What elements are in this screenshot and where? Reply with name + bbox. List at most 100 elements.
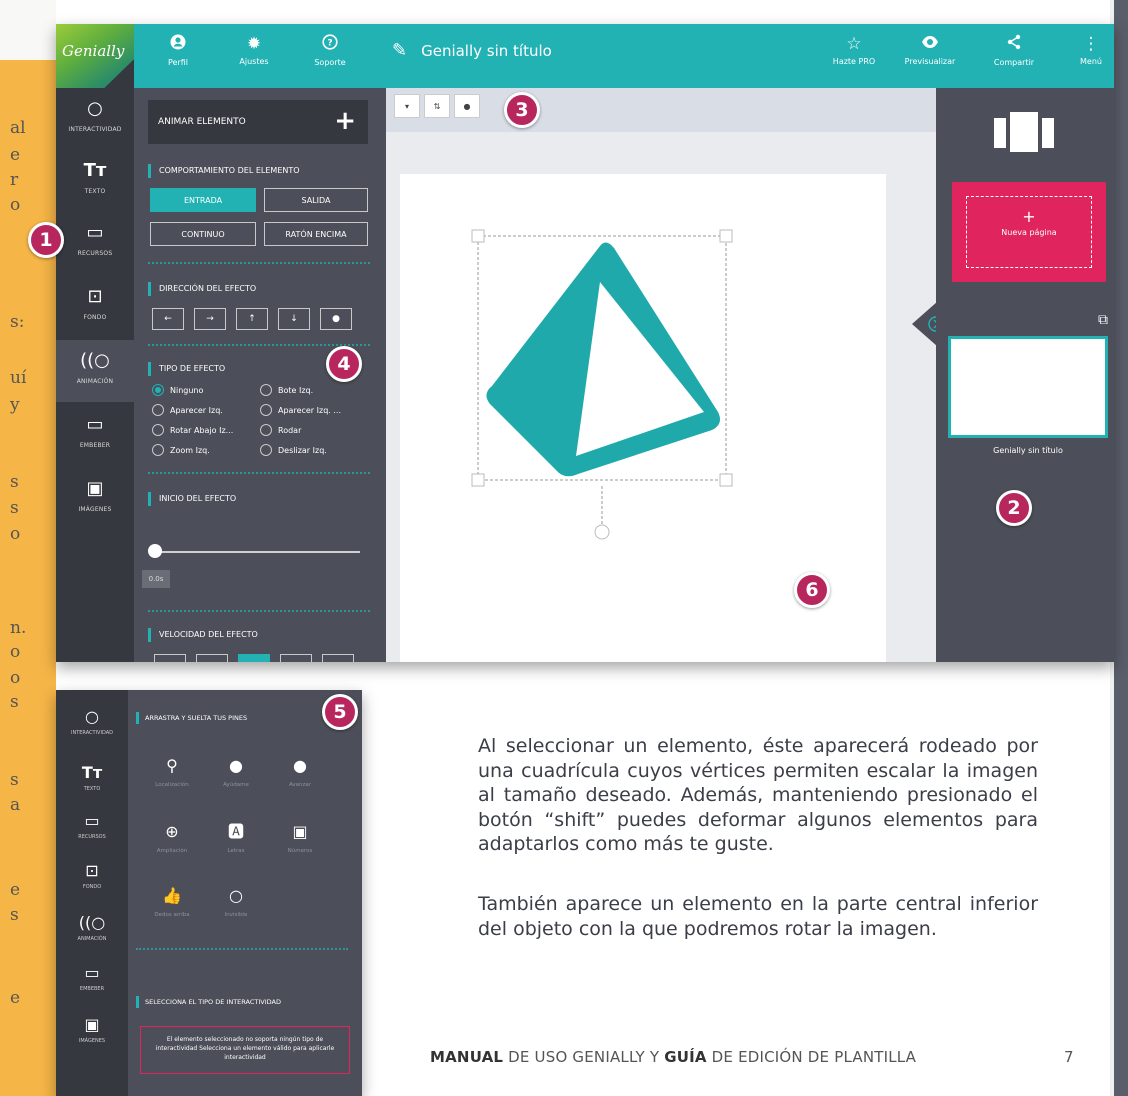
go-pro-label: Hazte PRO <box>832 57 876 66</box>
direction-down-button[interactable]: ↓ <box>278 308 310 330</box>
margin-letter: s: <box>10 312 25 332</box>
more-icon: ⋮ <box>1082 34 1100 54</box>
behavior-raton-encima-button[interactable]: RATÓN ENCIMA <box>264 222 368 246</box>
effect-deslizar-radio[interactable]: Deslizar Izq. <box>260 444 327 456</box>
effect-zoom-radio[interactable]: Zoom Izq. <box>152 444 210 456</box>
sidebar-item-label: TEXTO <box>83 786 101 792</box>
sidebar-item-images[interactable]: ▣ IMÁGENES <box>56 1016 128 1045</box>
new-page-button[interactable]: + Nueva página <box>952 182 1106 282</box>
margin-letter: e <box>10 880 21 900</box>
sidebar-item-images[interactable]: ▣ IMÁGENES <box>56 468 134 528</box>
speed-plus1-button[interactable]: +1 <box>280 654 312 662</box>
pin-forward[interactable]: ● Avanzar <box>268 756 332 788</box>
effect-label: Rodar <box>278 425 302 435</box>
sidebar-item-text[interactable]: Tт TEXTO <box>56 764 128 793</box>
gear-icon: ✹ <box>246 34 262 54</box>
behavior-entrada-button[interactable]: ENTRADA <box>150 188 256 212</box>
profile-label: Perfil <box>167 58 188 67</box>
animate-element-button[interactable]: ANIMAR ELEMENTO + <box>148 100 368 144</box>
footer-text: DE USO GENIALLY Y <box>503 1048 665 1066</box>
speed-zero-button[interactable]: 0 <box>238 654 270 662</box>
footer-bold-manual: MANUAL <box>430 1048 504 1066</box>
sidebar-item-interactivity[interactable]: ○ INTERACTIVIDAD <box>56 708 128 737</box>
direction-right-button[interactable]: → <box>194 308 226 330</box>
behavior-salida-button[interactable]: SALIDA <box>264 188 368 212</box>
pin-invisible[interactable]: ○ Invisible <box>204 886 268 918</box>
plus-icon: + <box>334 106 356 136</box>
sidebar: ○ INTERACTIVIDAD Tт TEXTO ▭ RECURSOS ⊡ FONDO… <box>56 690 128 1096</box>
effect-aparecer2-radio[interactable]: Aparecer Izq. ... <box>260 404 341 416</box>
color-button[interactable]: ● <box>454 94 480 118</box>
pin-zoom[interactable]: ⊕ Ampliación <box>140 822 204 854</box>
start-value: 0.0s <box>142 570 170 588</box>
effect-rotar-radio[interactable]: Rotar Abajo Iz... <box>152 424 233 436</box>
sidebar-item-resources[interactable]: ▭ RECURSOS <box>56 812 128 841</box>
pin-help[interactable]: ● Ayúdame <box>204 756 268 788</box>
title-area[interactable]: ✎ Genially sin título <box>392 40 552 61</box>
direction-left-button[interactable]: ← <box>152 308 184 330</box>
pin-letters[interactable]: 🅰 Letras <box>204 822 268 854</box>
page-thumbnail[interactable] <box>948 336 1108 438</box>
sidebar-item-label: IMÁGENES <box>78 506 112 513</box>
effect-aparecer-radio[interactable]: Aparecer Izq. <box>152 404 223 416</box>
star-icon: ☆ <box>846 34 862 54</box>
speed-minus2-button[interactable]: -2 <box>154 654 186 662</box>
pin-thumbs-up[interactable]: 👍 Dedos arriba <box>140 886 204 918</box>
page-number: 7 <box>1064 1048 1074 1066</box>
sidebar-item-background[interactable]: ⊡ FONDO <box>56 862 128 891</box>
genially-editor-screenshot: Genially Perfil ✹ Ajustes ? Soporte ✎ Ge… <box>56 24 1114 662</box>
profile-button[interactable]: Perfil <box>148 34 208 67</box>
pin-numbers[interactable]: ▣ Números <box>268 822 332 854</box>
pins-panel-screenshot: ○ INTERACTIVIDAD Tт TEXTO ▭ RECURSOS ⊡ FONDO… <box>56 690 362 1096</box>
divider <box>148 262 370 264</box>
speed-plus2-button[interactable]: +2 <box>322 654 354 662</box>
callout-badge-1: 1 <box>28 222 64 258</box>
share-button[interactable]: Compartir <box>984 34 1044 67</box>
settings-label: Ajustes <box>239 57 269 66</box>
document-title[interactable]: Genially sin título <box>421 42 552 60</box>
sidebar-item-embed[interactable]: ▭ EMBEBER <box>56 964 128 993</box>
radio-icon <box>152 424 164 436</box>
sidebar-item-text[interactable]: Tт TEXTO <box>56 150 134 210</box>
thumbs-up-icon: 👍 <box>162 886 182 905</box>
effect-rodar-radio[interactable]: Rodar <box>260 424 301 436</box>
start-slider-track[interactable] <box>154 551 360 553</box>
align-dropdown-button[interactable]: ▾ <box>394 94 420 118</box>
start-slider-handle[interactable] <box>148 544 162 558</box>
margin-letter: al <box>10 118 26 138</box>
layer-order-button[interactable]: ⇅ <box>424 94 450 118</box>
callout-badge-6: 6 <box>794 572 830 608</box>
pin-location[interactable]: ⚲ Localización <box>140 756 204 788</box>
effect-bote-radio[interactable]: Bote Izq. <box>260 384 313 396</box>
cut-off-margin-text: al e r o s: uí y s s o n. o o s s a e s … <box>6 0 36 1096</box>
sidebar-item-animation[interactable]: ((○ ANIMACIÓN <box>56 914 128 943</box>
sidebar-item-label: TEXTO <box>84 188 106 195</box>
sidebar-item-background[interactable]: ⊡ FONDO <box>56 276 134 336</box>
callout-badge-3: 3 <box>504 92 540 128</box>
svg-text:?: ? <box>327 39 332 49</box>
support-button[interactable]: ? Soporte <box>300 34 360 67</box>
speed-minus1-button[interactable]: -1 <box>196 654 228 662</box>
duplicate-icon[interactable]: ⧉ <box>1098 312 1108 328</box>
direction-up-button[interactable]: ↑ <box>236 308 268 330</box>
preview-button[interactable]: Previsualizar <box>900 34 960 66</box>
sidebar-item-animation[interactable]: ((○ ANIMACIÓN <box>56 340 134 402</box>
genially-logo[interactable]: Genially <box>56 24 134 88</box>
direction-center-button[interactable]: ● <box>320 308 352 330</box>
effect-ninguno-radio[interactable]: Ninguno <box>152 384 203 396</box>
menu-button[interactable]: ⋮ Menú <box>1068 34 1114 66</box>
radio-icon <box>152 404 164 416</box>
divider <box>148 472 370 474</box>
sidebar-item-interactivity[interactable]: ○ INTERACTIVIDAD <box>56 88 134 148</box>
pin-label: Invisible <box>224 912 248 918</box>
effect-label: Aparecer Izq. <box>170 405 223 415</box>
settings-button[interactable]: ✹ Ajustes <box>224 34 284 66</box>
layout-icon[interactable] <box>994 110 1054 154</box>
sidebar: ○ INTERACTIVIDAD Tт TEXTO ▭ RECURSOS ⊡ F… <box>56 88 134 662</box>
sidebar-item-resources[interactable]: ▭ RECURSOS <box>56 212 134 272</box>
go-pro-button[interactable]: ☆ Hazte PRO <box>824 34 884 66</box>
callout-badge-2: 2 <box>996 490 1032 526</box>
sidebar-item-embed[interactable]: ▭ EMBEBER <box>56 404 134 464</box>
margin-letter: s <box>10 472 19 492</box>
behavior-continuo-button[interactable]: CONTINUO <box>150 222 256 246</box>
